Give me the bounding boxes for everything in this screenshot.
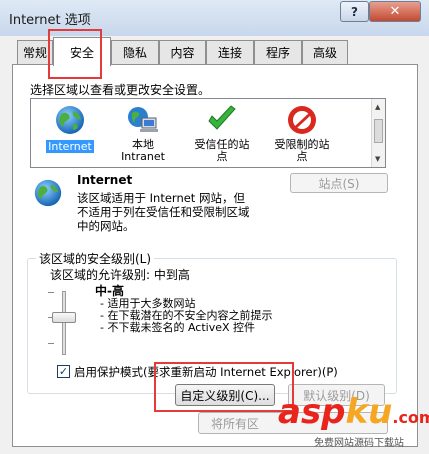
scroll-thumb[interactable]: [374, 119, 383, 143]
scroll-down-icon[interactable]: ▼: [375, 155, 380, 163]
zone-local-intranet-label: 本地 Intranet: [121, 138, 165, 163]
tab-annotation-box: [48, 29, 102, 79]
zone-title: Internet: [77, 173, 133, 187]
tab-privacy[interactable]: 隐私: [111, 40, 159, 64]
slider-tick: [48, 343, 54, 344]
zone-description: 该区域适用于 Internet 网站，但 不适用于列在受信任和受限制区域 中的网…: [77, 191, 250, 233]
security-slider-thumb[interactable]: [52, 312, 76, 323]
checkmark-icon: [208, 105, 236, 130]
protected-mode-checkbox[interactable]: ✓: [57, 365, 70, 378]
zone-internet-label: Internet: [46, 140, 94, 153]
tab-content[interactable]: 内容: [159, 40, 206, 64]
zone-restricted-sites[interactable]: 受限制的站 点: [261, 99, 343, 167]
zone-internet[interactable]: Internet: [39, 99, 101, 167]
security-level-title: 该区域的安全级别(L): [36, 250, 155, 267]
tab-connections[interactable]: 连接: [206, 40, 254, 64]
watermark: aspku.com 免费网站源码下载站: [278, 392, 429, 454]
watermark-caption: 免费网站源码下载站: [314, 438, 404, 449]
allowed-levels-text: 该区域的允许级别: 中到高: [50, 268, 190, 282]
help-button[interactable]: ?: [340, 1, 369, 22]
tab-programs[interactable]: 程序: [254, 40, 302, 64]
globe-icon: [56, 106, 84, 134]
sites-button[interactable]: 站点(S): [290, 173, 388, 193]
zone-list[interactable]: Internet 本地 Intranet 受信任的站 点 受限制的站 点 ▲ ▼: [30, 98, 386, 168]
zone-scrollbar[interactable]: ▲ ▼: [371, 99, 385, 167]
slider-tick: [48, 292, 54, 293]
security-slider-track[interactable]: [62, 291, 66, 355]
custom-annotation-box: [154, 362, 294, 412]
window-title: Internet 选项: [9, 13, 91, 28]
no-entry-icon: [288, 106, 316, 134]
zone-trusted-sites-label: 受信任的站 点: [194, 138, 250, 163]
close-button[interactable]: ✕: [369, 1, 421, 22]
zone-trusted-sites[interactable]: 受信任的站 点: [181, 99, 263, 167]
globe-icon: [34, 179, 62, 207]
watermark-logo: aspku.com: [278, 392, 429, 432]
level-description: - 适用于大多数网站 - 在下载潜在的不安全内容之前提示 - 不下载未签名的 A…: [100, 297, 273, 334]
intranet-icon: [128, 107, 158, 132]
zone-local-intranet[interactable]: 本地 Intranet: [113, 99, 173, 167]
scroll-up-icon[interactable]: ▲: [375, 103, 380, 111]
zone-restricted-sites-label: 受限制的站 点: [274, 138, 330, 163]
zone-prompt: 选择区域以查看或更改安全设置。: [30, 83, 211, 97]
check-icon: ✓: [58, 365, 69, 378]
tab-advanced[interactable]: 高级: [302, 40, 348, 64]
